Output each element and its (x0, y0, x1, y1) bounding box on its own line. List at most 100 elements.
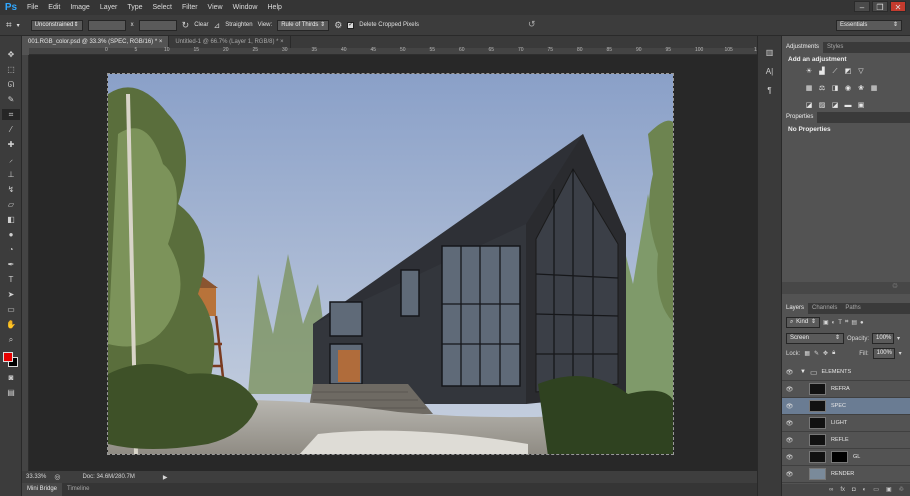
tab-timeline[interactable]: Timeline (62, 483, 94, 496)
menu-edit[interactable]: Edit (43, 0, 65, 15)
restore-button[interactable]: ❐ (872, 1, 888, 12)
curves-icon[interactable]: ⟋ (830, 68, 840, 76)
menu-view[interactable]: View (203, 0, 228, 15)
filter-pixel-icon[interactable]: ▣ (823, 319, 829, 326)
dodge-tool-icon[interactable]: ◔ (2, 244, 20, 255)
menu-help[interactable]: Help (263, 0, 287, 15)
color-lookup-icon[interactable]: ▦ (869, 85, 879, 93)
layer-mask-thumbnail[interactable] (831, 451, 848, 463)
black-white-icon[interactable]: ◨ (830, 85, 840, 93)
lock-pixels-icon[interactable]: ✎ (814, 350, 819, 357)
straighten-button[interactable]: Straighten (225, 22, 252, 28)
new-layer-icon[interactable]: ▣ (886, 484, 892, 496)
opacity-arrow-icon[interactable]: ▾ (897, 335, 900, 342)
lock-transparency-icon[interactable]: ▦ (804, 350, 810, 357)
tab-channels[interactable]: Channels (808, 303, 841, 314)
eye-icon[interactable]: 👁︎ (785, 420, 794, 427)
crop-tool-icon[interactable]: ⌗ (6, 20, 12, 31)
minimize-button[interactable]: – (854, 1, 870, 12)
channel-mixer-icon[interactable]: ❀ (856, 85, 866, 93)
eyedropper-tool-icon[interactable]: ⁄ (2, 124, 20, 135)
close-button[interactable]: ✕ (890, 1, 906, 12)
ratio-select[interactable]: Unconstrained ⇕ (30, 19, 83, 31)
close-icon[interactable]: × (159, 39, 163, 45)
layer-refra[interactable]: 👁︎ REFRA (782, 381, 910, 398)
new-group-icon[interactable]: ▭ (873, 484, 879, 496)
gear-icon[interactable]: ⚙ (334, 20, 342, 31)
eye-icon[interactable]: 👁︎ (785, 369, 794, 376)
gradient-map-icon[interactable]: ▬ (843, 102, 853, 110)
selective-color-icon[interactable]: ▣ (856, 102, 866, 110)
screen-mode-icon[interactable]: ▤ (2, 387, 20, 398)
threshold-icon[interactable]: ◪ (830, 102, 840, 110)
eye-icon[interactable]: 👁︎ (785, 403, 794, 410)
tab-styles[interactable]: Styles (823, 42, 847, 53)
history-panel-icon[interactable]: ▥ (763, 48, 777, 60)
close-icon[interactable]: × (280, 39, 284, 45)
invert-icon[interactable]: ◪ (804, 102, 814, 110)
swap-label[interactable]: x (131, 22, 134, 28)
delete-cropped-checkbox[interactable]: ✓ (347, 21, 355, 29)
blend-mode-select[interactable]: Screen ⇕ (786, 333, 844, 344)
tab-adjustments[interactable]: Adjustments (782, 42, 824, 53)
layer-group-elements[interactable]: 👁︎ ▼ ▭ ELEMENTS (782, 364, 910, 381)
menu-select[interactable]: Select (148, 0, 177, 15)
group-expand-icon[interactable]: ▼ (800, 369, 806, 375)
menu-filter[interactable]: Filter (177, 0, 203, 15)
link-icon[interactable]: ∞ (829, 484, 833, 496)
document-image[interactable] (107, 73, 674, 455)
lasso-tool-icon[interactable]: ᘏ (2, 79, 20, 90)
path-select-tool-icon[interactable]: ➤ (2, 289, 20, 300)
kind-filter-select[interactable]: ⌕ Kind ⇕ (786, 317, 820, 328)
eye-icon[interactable]: 👁︎ (785, 454, 794, 461)
type-tool-icon[interactable]: T (2, 274, 20, 285)
clear-button[interactable]: Clear (194, 22, 208, 28)
tab-document-2[interactable]: Untitled-1 @ 66.7% (Layer 1, RGB/8) * × (169, 36, 291, 48)
fill-field[interactable]: 100% (872, 348, 895, 359)
view-select[interactable]: Rule of Thirds ⇕ (277, 19, 330, 31)
history-brush-icon[interactable]: ↯ (2, 184, 20, 195)
lock-all-icon[interactable]: 🔒︎ (832, 350, 835, 357)
trash-icon[interactable]: ♲ (892, 283, 898, 290)
filter-smart-icon[interactable]: ▤ (851, 319, 857, 326)
filter-toggle-icon[interactable]: ● (860, 320, 864, 326)
tab-layers[interactable]: Layers (782, 303, 809, 314)
zoom-tool-icon[interactable]: ⌕ (2, 334, 20, 345)
filter-shape-icon[interactable]: ⌗ (845, 319, 848, 326)
width-field[interactable] (87, 19, 126, 31)
opacity-field[interactable]: 100% (872, 333, 895, 344)
color-balance-icon[interactable]: ⚖ (817, 85, 827, 93)
character-panel-icon[interactable]: A| (763, 67, 777, 79)
layer-render[interactable]: 👁︎ RENDER (782, 466, 910, 483)
filter-adjustment-icon[interactable]: ◐ (832, 320, 836, 326)
vibrance-icon[interactable]: ▽ (856, 68, 866, 76)
tab-document-1[interactable]: 001.RGB_color.psd @ 33.3% (SPEC, RGB/16)… (22, 36, 170, 48)
layer-light[interactable]: 👁︎ LIGHT (782, 415, 910, 432)
photo-filter-icon[interactable]: ◉ (843, 85, 853, 93)
shape-tool-icon[interactable]: ▭ (2, 304, 20, 315)
menu-layer[interactable]: Layer (95, 0, 123, 15)
height-field[interactable] (138, 19, 177, 31)
levels-icon[interactable]: ▟ (817, 68, 827, 76)
brush-tool-icon[interactable]: ⸝ (2, 154, 20, 165)
move-tool-icon[interactable]: ✥ (2, 49, 20, 60)
status-arrow-icon[interactable]: ▶ (163, 474, 168, 481)
menu-file[interactable]: File (22, 0, 43, 15)
layer-spec[interactable]: 👁︎ SPEC (782, 398, 910, 415)
filter-type-icon[interactable]: T (838, 320, 842, 326)
eye-icon[interactable]: 👁︎ (785, 471, 794, 478)
tab-paths[interactable]: Paths (841, 303, 864, 314)
status-options-icon[interactable]: ◎ (54, 473, 60, 481)
crop-tool-icon[interactable]: ⌗ (2, 109, 20, 120)
menu-window[interactable]: Window (228, 0, 263, 15)
quick-select-tool-icon[interactable]: ✎ (2, 94, 20, 105)
posterize-icon[interactable]: ▨ (817, 102, 827, 110)
fill-arrow-icon[interactable]: ▾ (899, 350, 902, 357)
menu-type[interactable]: Type (122, 0, 147, 15)
tab-mini-bridge[interactable]: Mini Bridge (22, 483, 63, 496)
eraser-tool-icon[interactable]: ▱ (2, 199, 20, 210)
blur-tool-icon[interactable]: ● (2, 229, 20, 240)
foreground-color-swatch[interactable] (3, 352, 13, 362)
layer-gl[interactable]: 👁︎ GL (782, 449, 910, 466)
add-mask-icon[interactable]: ◘ (852, 484, 856, 496)
